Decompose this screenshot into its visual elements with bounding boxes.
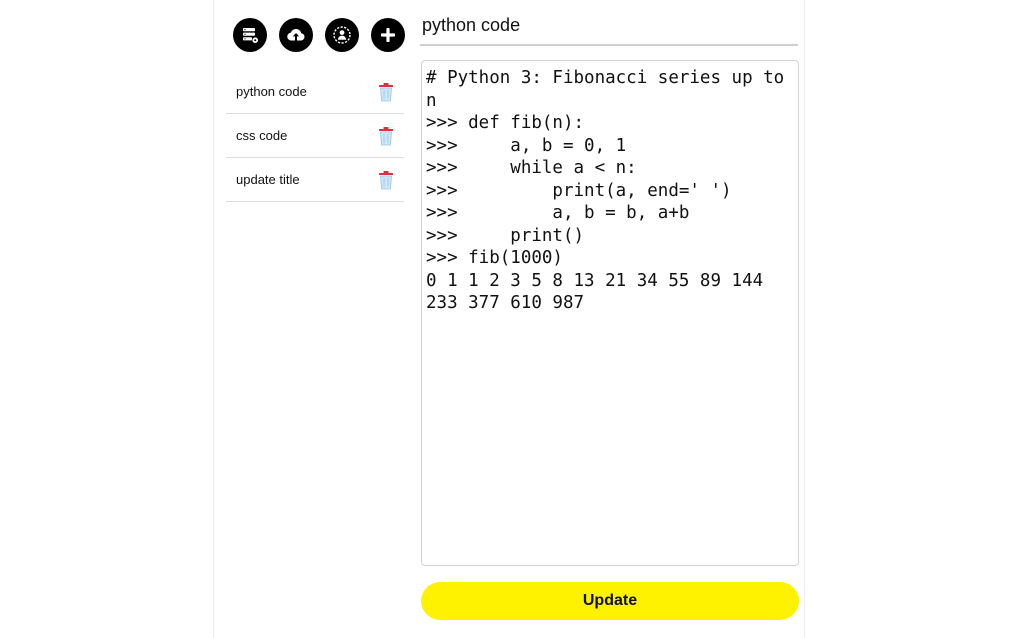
user-settings-button[interactable]: [325, 18, 359, 52]
user-settings-icon: [333, 26, 351, 44]
notes-list: python code css code update title: [226, 70, 404, 202]
update-button[interactable]: Update: [421, 582, 799, 620]
note-label: update title: [236, 172, 300, 187]
list-item[interactable]: update title: [226, 158, 404, 202]
list-item[interactable]: css code: [226, 114, 404, 158]
toolbar: [233, 18, 405, 52]
plus-icon: [381, 28, 395, 42]
cloud-upload-icon: [287, 29, 305, 41]
upload-button[interactable]: [279, 18, 313, 52]
trash-icon[interactable]: [378, 170, 394, 190]
note-label: css code: [236, 128, 288, 143]
database-button[interactable]: [233, 18, 267, 52]
notes-app-panel: python code css code update title python…: [213, 0, 805, 638]
note-title-input[interactable]: [420, 6, 798, 46]
add-note-button[interactable]: [371, 18, 405, 52]
note-label: python code: [236, 84, 307, 99]
trash-icon[interactable]: [378, 82, 394, 102]
database-icon: [243, 28, 258, 43]
note-content-textarea[interactable]: # Python 3: Fibonacci series up to n >>>…: [421, 60, 799, 566]
list-item[interactable]: python code: [226, 70, 404, 114]
trash-icon[interactable]: [378, 126, 394, 146]
